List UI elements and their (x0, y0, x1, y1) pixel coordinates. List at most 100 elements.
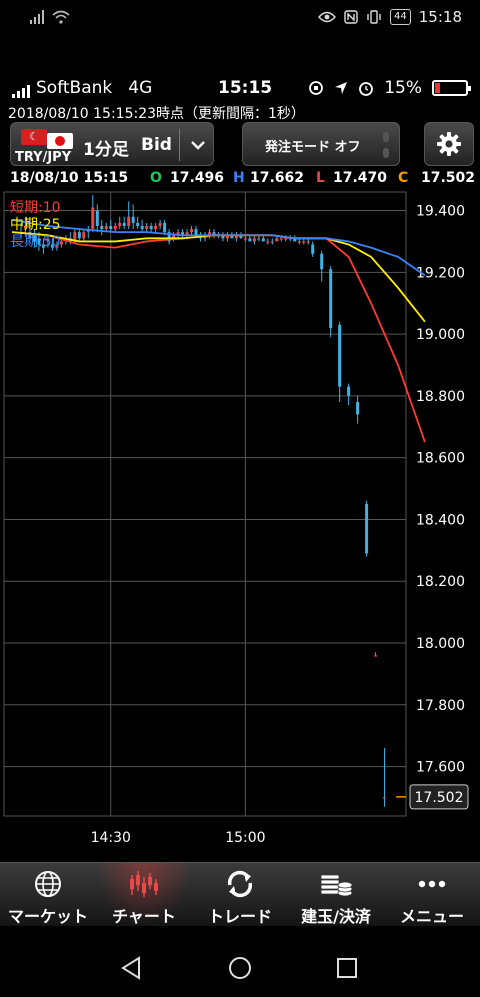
candle-body (104, 225, 108, 230)
toggle-indicator (383, 148, 389, 158)
nav-positions[interactable]: 建玉/決済 (288, 863, 384, 926)
battery-icon (432, 80, 471, 96)
candle-body (302, 241, 306, 243)
chevron-down-icon[interactable] (181, 123, 215, 167)
candle-body (338, 324, 342, 387)
legend-label: 短期:10 (10, 200, 61, 216)
open-value: 17.496 (170, 170, 225, 186)
low-value: 17.470 (333, 170, 388, 186)
candle-body (279, 238, 283, 240)
low-label: L (316, 170, 325, 186)
candle-body (113, 225, 117, 230)
settings-button[interactable] (424, 122, 474, 166)
candle-body (77, 232, 81, 239)
candle-body (91, 207, 95, 230)
order-mode-label: 発注モード オフ (265, 140, 361, 155)
high-value: 17.662 (250, 170, 305, 186)
toggle-indicator (383, 132, 389, 142)
system-status-bar: 44 15:18 (0, 0, 480, 38)
currency-pair-button[interactable]: ☾ TRY/JPY 1分足 Bid (10, 122, 214, 166)
candle-body (297, 241, 301, 243)
nav-label: 建玉/決済 (301, 907, 371, 926)
moving-average-line (11, 218, 426, 277)
candle-body (163, 222, 167, 233)
candle-body (82, 232, 86, 239)
nav-label: マーケット (7, 907, 88, 926)
candle-body (131, 216, 135, 223)
candle-body (127, 216, 131, 226)
candle-body (365, 504, 369, 554)
close-value: 17.502 (421, 170, 476, 186)
high-label: H (233, 170, 245, 186)
nav-trade[interactable]: トレード (192, 863, 288, 926)
gear-icon (437, 132, 461, 156)
nav-label: メニュー (399, 907, 464, 926)
candle-body (383, 797, 387, 799)
nfc-icon (344, 10, 358, 24)
candle-body (261, 238, 265, 242)
candle-body (154, 225, 158, 230)
candle-body (149, 225, 153, 230)
trade-icon (227, 870, 253, 898)
cell-signal-icon (12, 84, 30, 98)
home-icon[interactable] (228, 956, 252, 980)
currency-flags: ☾ (17, 127, 77, 149)
y-tick-label: 17.600 (416, 760, 465, 776)
candle-body (356, 402, 360, 415)
candle-body (100, 225, 104, 230)
candle-body (95, 210, 99, 226)
candle-body (275, 238, 279, 242)
inner-time: 15:15 (218, 78, 273, 98)
signal-icon (30, 10, 44, 24)
chart-toolbar: ☾ TRY/JPY 1分足 Bid 発注モード オフ (0, 120, 480, 168)
timeframe-label: 1分足 (83, 140, 129, 160)
candle-body (140, 225, 144, 230)
chart-icon (130, 871, 158, 897)
back-icon[interactable] (120, 956, 142, 980)
candle-body (118, 222, 122, 226)
y-tick-label: 19.000 (416, 327, 465, 343)
y-tick-label: 18.000 (416, 636, 465, 652)
nav-label: トレード (207, 907, 272, 926)
nav-menu[interactable]: メニュー (384, 863, 480, 926)
nav-chart[interactable]: チャート (96, 863, 192, 926)
y-tick-label: 19.400 (416, 204, 465, 220)
globe-icon (35, 871, 61, 897)
x-tick-label: 15:00 (225, 830, 265, 846)
menu-dots-icon (418, 880, 446, 888)
x-tick-label: 14:30 (91, 830, 131, 846)
candle-body (243, 238, 247, 240)
vibrate-icon (367, 10, 381, 24)
location-icon (335, 82, 348, 94)
candle-body (374, 655, 378, 657)
candlestick-chart[interactable]: 19.40019.20019.00018.80018.60018.40018.2… (0, 188, 480, 860)
candle-body (320, 253, 324, 270)
inner-status-bar: SoftBank 4G 15:15 15% (0, 72, 480, 102)
order-mode-toggle[interactable]: 発注モード オフ (242, 122, 400, 166)
alarm-icon (359, 82, 374, 96)
y-tick-label: 18.800 (416, 389, 465, 405)
candle-body (347, 386, 351, 396)
eye-icon (318, 11, 336, 23)
price-type-label: Bid (141, 135, 172, 155)
ohlc-readout: 18/08/10 15:15 O 17.496 H 17.662 L 17.47… (0, 169, 480, 189)
nav-market[interactable]: マーケット (0, 863, 96, 926)
recents-icon[interactable] (336, 957, 358, 979)
ohlc-datetime: 18/08/10 15:15 (10, 170, 129, 186)
candle-body (122, 222, 126, 226)
system-battery: 44 (390, 9, 411, 25)
y-tick-label: 17.800 (416, 698, 465, 714)
price-chart[interactable]: 19.400 19.200 19.000 18.800 18.600 18.400 18.2… (0, 188, 480, 860)
coins-icon (320, 874, 353, 897)
candle-body (266, 241, 270, 243)
y-tick-label: 18.400 (416, 512, 465, 528)
system-time: 15:18 (418, 8, 462, 26)
candle-body (311, 244, 315, 254)
candle-body (270, 241, 274, 243)
moving-average-line (11, 231, 426, 443)
open-label: O (150, 170, 162, 186)
candle-body (329, 269, 333, 328)
plot-area (3, 191, 407, 817)
candle-body (257, 238, 261, 240)
y-tick-label: 18.200 (416, 574, 465, 590)
